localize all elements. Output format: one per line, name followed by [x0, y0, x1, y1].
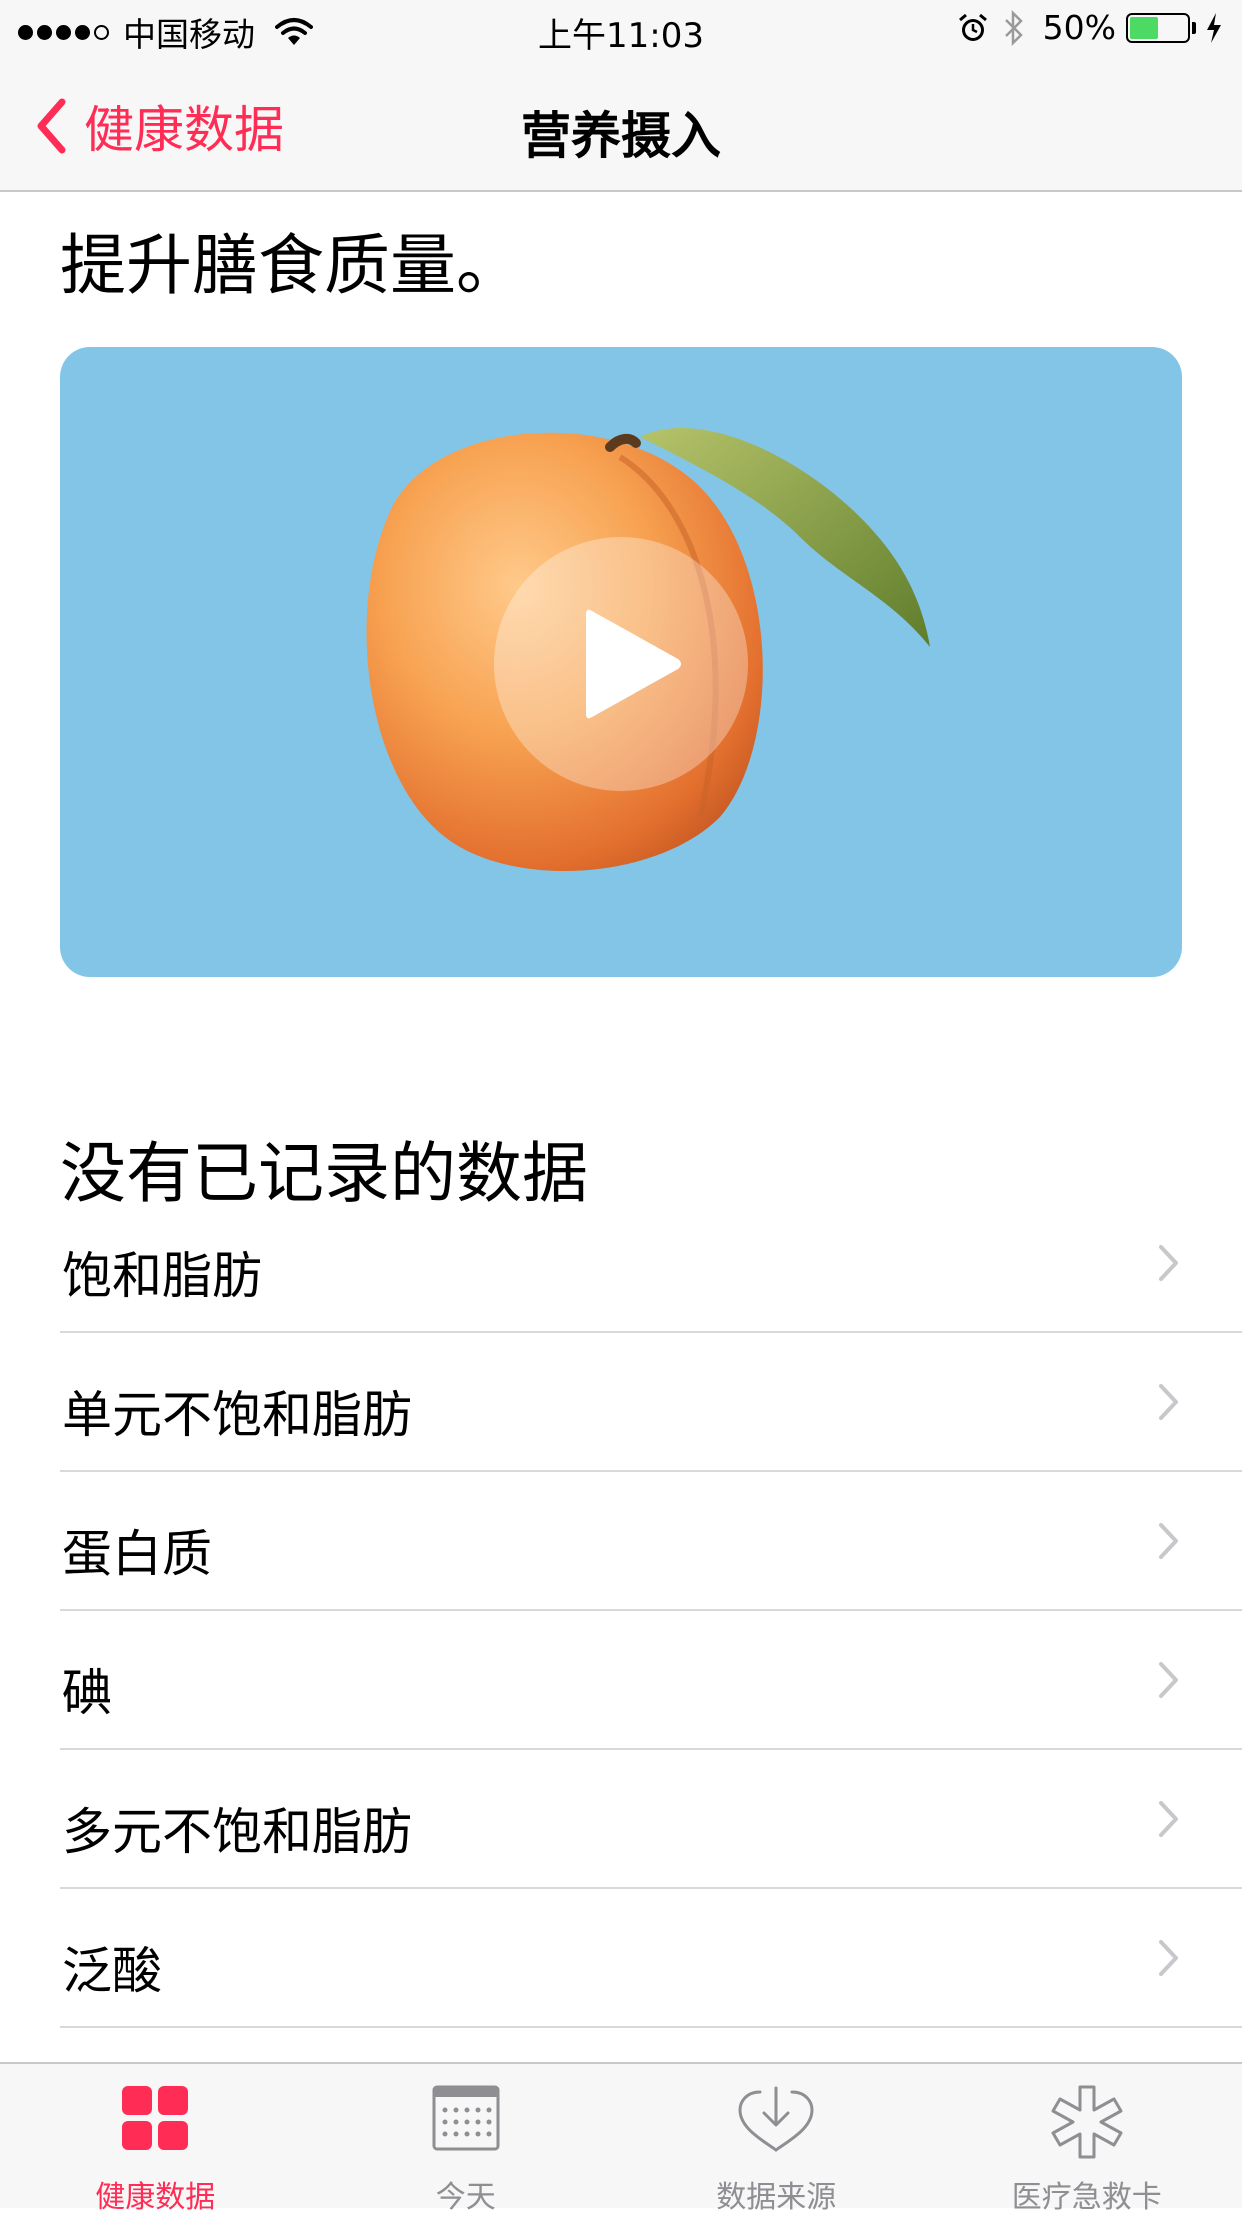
tab-today[interactable]: 今天 [311, 2064, 622, 2208]
tab-sources[interactable]: 数据来源 [621, 2064, 932, 2208]
list-item[interactable]: 碘 [0, 1611, 1242, 1750]
chevron-right-icon [1158, 1244, 1180, 1282]
battery-percent: 50% [1043, 8, 1116, 47]
list-item-label: 多元不饱和脂肪 [62, 1792, 412, 1864]
list-item-label: 泛酸 [62, 1931, 162, 2003]
page-title: 营养摄入 [0, 96, 1242, 168]
battery-icon [1126, 13, 1190, 43]
status-bar: 中国移动 上午11:03 50% [0, 0, 1242, 60]
battery-level [1130, 17, 1158, 39]
intro-video[interactable] [60, 347, 1182, 977]
tab-health-data[interactable]: 健康数据 [0, 2064, 311, 2208]
intro-text: 提升膳食质量。 [60, 212, 522, 308]
chevron-right-icon [1158, 1939, 1180, 1977]
list-item-label: 单元不饱和脂肪 [62, 1375, 412, 1447]
tab-medical-id[interactable]: 医疗急救卡 [932, 2064, 1242, 2208]
calendar-icon [431, 2084, 501, 2152]
navigation-bar: 健康数据 营养摄入 [0, 60, 1242, 192]
main-content[interactable]: 提升膳食质量。 [0, 192, 1242, 2062]
status-right: 50% [957, 8, 1224, 47]
tab-bar: 健康数据 今天 数据来源 医疗急救卡 [0, 2062, 1242, 2208]
list-item-label: 蛋白质 [62, 1514, 212, 1586]
alarm-icon [957, 12, 989, 44]
tab-label: 今天 [311, 2172, 622, 2216]
play-button[interactable] [494, 537, 748, 791]
tab-label: 数据来源 [621, 2172, 932, 2216]
list-item-label: 碘 [62, 1653, 112, 1725]
chevron-right-icon [1158, 1800, 1180, 1838]
chevron-right-icon [1158, 1661, 1180, 1699]
list-item[interactable]: 泛酸 [0, 1889, 1242, 2028]
list-item[interactable]: 饱和脂肪 [0, 1194, 1242, 1333]
tab-label: 医疗急救卡 [932, 2172, 1242, 2216]
chevron-right-icon [1158, 1522, 1180, 1560]
medical-asterisk-icon [1049, 2084, 1125, 2160]
chevron-right-icon [1158, 1383, 1180, 1421]
charging-icon [1204, 12, 1224, 44]
list-item-label: 饱和脂肪 [62, 1236, 262, 1308]
tab-label: 健康数据 [0, 2172, 311, 2216]
list-item[interactable]: 蛋白质 [0, 1472, 1242, 1611]
list-item[interactable]: 多元不饱和脂肪 [0, 1750, 1242, 1889]
download-heart-icon [736, 2084, 816, 2154]
list-item[interactable]: 单元不饱和脂肪 [0, 1333, 1242, 1472]
bluetooth-icon [1003, 10, 1025, 46]
nutrient-list: 饱和脂肪 单元不饱和脂肪 蛋白质 碘 多元不饱和脂肪 泛酸 [0, 1194, 1242, 2028]
grid-icon [120, 2084, 190, 2152]
play-icon [578, 603, 688, 725]
